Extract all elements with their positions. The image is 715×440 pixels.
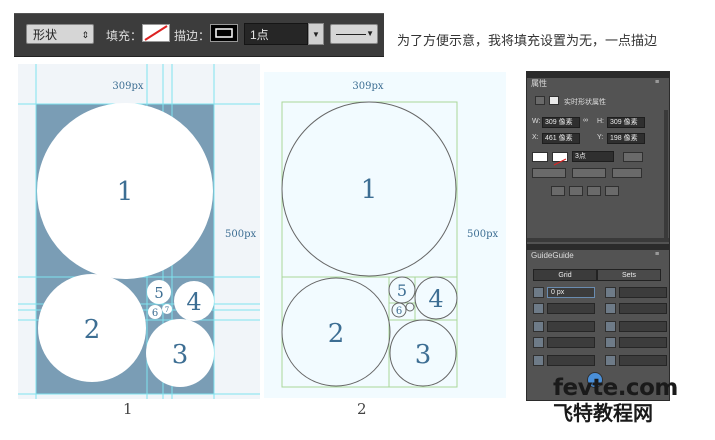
- margin-bottom-field[interactable]: [619, 303, 667, 314]
- stroke-corners-button[interactable]: [612, 168, 642, 178]
- margin-top-icon: [533, 303, 544, 314]
- fig2-num-5: 5: [397, 281, 407, 300]
- x-label: X:: [532, 134, 539, 141]
- panel-divider: [527, 238, 669, 242]
- no-fill-icon: [553, 158, 567, 166]
- margin-left-field[interactable]: 0 px: [547, 287, 595, 298]
- row-gutter-field[interactable]: [619, 337, 667, 348]
- stroke-size-dropdown[interactable]: ▼: [308, 23, 324, 45]
- margin-top-field[interactable]: [547, 303, 595, 314]
- stroke-type-button[interactable]: [623, 152, 643, 162]
- shape-mode-label: 形状: [33, 28, 58, 42]
- combine-shapes-icon[interactable]: [551, 186, 565, 196]
- exclude-shape-icon[interactable]: [605, 186, 619, 196]
- chevron-down-icon: ▼: [312, 30, 320, 39]
- margin-right-field[interactable]: [619, 287, 667, 298]
- h-label: H:: [597, 118, 604, 125]
- y-field[interactable]: 198 像素: [607, 133, 645, 144]
- rows-icon: [605, 321, 616, 332]
- live-shape-properties-title: 实时形状属性: [564, 99, 606, 106]
- watermark: fevte.com 飞特教程网: [553, 375, 678, 426]
- watermark-site-name: 飞特教程网: [553, 401, 653, 425]
- guideguide-tab[interactable]: GuideGuide: [527, 250, 578, 262]
- width-field[interactable]: 309 像素: [542, 117, 580, 128]
- intersect-shape-icon[interactable]: [587, 186, 601, 196]
- properties-tab[interactable]: 属性: [527, 78, 551, 90]
- w-label: W:: [532, 118, 541, 125]
- pixel-mask-icon[interactable]: [535, 96, 545, 105]
- fig1-num-3: 3: [172, 340, 189, 370]
- x-field[interactable]: 461 像素: [542, 133, 580, 144]
- panel-menu-icon[interactable]: ≡: [655, 251, 659, 258]
- fig2-num-2: 2: [328, 319, 345, 349]
- baseline-field[interactable]: [619, 355, 667, 366]
- caption-text: 为了方便示意，我将填充设置为无，一点描边: [397, 34, 658, 49]
- shape-icon[interactable]: [549, 96, 559, 105]
- margin-left-icon: [533, 287, 544, 298]
- height-field[interactable]: 309 像素: [607, 117, 645, 128]
- columns-field[interactable]: [547, 321, 595, 332]
- stroke-size-field-small[interactable]: 3点: [572, 151, 614, 162]
- fig1-num-4: 4: [186, 288, 201, 316]
- figure-1-label: 1: [123, 400, 133, 418]
- fig2-width-label: 309px: [352, 81, 383, 92]
- fig2-num-3: 3: [415, 340, 432, 370]
- grid-tab[interactable]: Grid: [533, 269, 597, 281]
- stroke-swatch-small[interactable]: [552, 152, 568, 166]
- fill-swatch-small[interactable]: [532, 152, 548, 162]
- fig1-num-2: 2: [84, 315, 101, 345]
- fig1-num-6: 6: [152, 308, 158, 319]
- photoshop-panels: 属性 ≡ 实时形状属性 W: 309 像素 ∞ H: 309 像素 X: 461…: [526, 71, 670, 401]
- fig2-height-label: 500px: [467, 229, 498, 240]
- link-icon[interactable]: ∞: [583, 117, 588, 124]
- stroke-type-dropdown[interactable]: ▼: [330, 24, 378, 44]
- y-label: Y:: [597, 134, 604, 141]
- properties-scrollbar[interactable]: [664, 110, 668, 240]
- fill-label: 填充：: [106, 29, 143, 43]
- options-bar: 形状 ⇕ 填充： 描边： 1点 ▼ ▼: [14, 13, 384, 57]
- fig2-num-6: 6: [396, 306, 402, 317]
- margin-right-icon: [605, 287, 616, 298]
- columns-icon: [533, 321, 544, 332]
- stroke-swatch[interactable]: [210, 24, 238, 42]
- midpoint-icon: [533, 355, 544, 366]
- no-fill-icon: [144, 25, 168, 41]
- fig1-num-5: 5: [154, 284, 164, 302]
- fig1-num-7: 7: [165, 306, 169, 314]
- fig1-width-label: 309px: [112, 81, 143, 92]
- fig1-num-1: 1: [117, 177, 134, 207]
- fig2-num-4: 4: [428, 285, 443, 313]
- row-gutter-icon: [605, 337, 616, 348]
- panel-menu-icon[interactable]: ≡: [655, 79, 659, 86]
- baseline-icon: [605, 355, 616, 366]
- figure-2-label: 2: [357, 400, 367, 418]
- subtract-shape-icon[interactable]: [569, 186, 583, 196]
- fill-swatch[interactable]: [142, 24, 170, 42]
- figure-1: 1 2 3 4 5 6 7 309px 500px: [18, 64, 260, 399]
- sets-tab[interactable]: Sets: [597, 269, 661, 281]
- chevron-down-icon: ▼: [366, 29, 374, 38]
- solid-line-icon: [336, 34, 366, 35]
- midpoint-field[interactable]: [547, 355, 595, 366]
- fig1-height-label: 500px: [225, 229, 256, 240]
- stroke-caps-button[interactable]: [572, 168, 606, 178]
- stroke-size-field[interactable]: 1点: [244, 23, 308, 45]
- stroke-color-icon: [215, 28, 233, 38]
- stroke-label: 描边：: [174, 29, 211, 43]
- column-gutter-icon: [533, 337, 544, 348]
- fig2-num-1: 1: [361, 175, 378, 205]
- stroke-align-button[interactable]: [532, 168, 566, 178]
- updown-arrow-icon: ⇕: [81, 30, 89, 40]
- shape-mode-dropdown[interactable]: 形状 ⇕: [26, 24, 94, 44]
- column-gutter-field[interactable]: [547, 337, 595, 348]
- margin-bottom-icon: [605, 303, 616, 314]
- figure-2: 1 2 3 4 5 6 309px 500px: [264, 72, 506, 398]
- rows-field[interactable]: [619, 321, 667, 332]
